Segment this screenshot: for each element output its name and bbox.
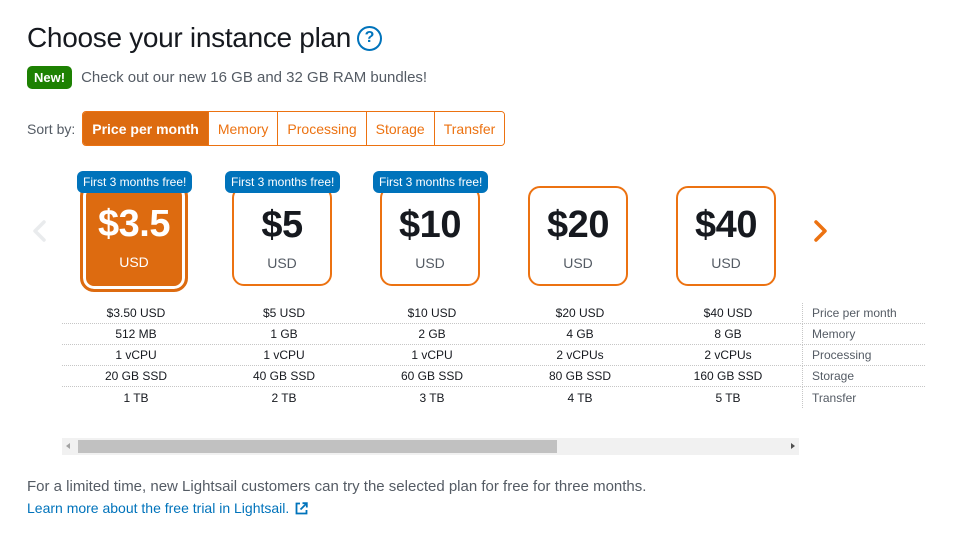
spec-cell: 5 TB: [715, 390, 741, 405]
sort-tab-group: Price per month Memory Processing Storag…: [82, 111, 506, 146]
sort-tab-price[interactable]: Price per month: [83, 112, 208, 145]
spec-cell: $40 USD: [703, 306, 753, 320]
promo-row: New! Check out our new 16 GB and 32 GB R…: [27, 66, 427, 89]
plan-price: $5: [261, 204, 303, 246]
spec-row-storage: 20 GB SSD 40 GB SSD 60 GB SSD 80 GB SSD …: [62, 365, 925, 387]
spec-cell: 3 TB: [419, 390, 445, 405]
chevron-left-icon: [33, 220, 46, 242]
spec-cell: 2 vCPUs: [556, 348, 604, 362]
spec-cell: 1 vCPU: [263, 348, 305, 362]
spec-table: $3.50 USD $5 USD $10 USD $20 USD $40 USD…: [62, 302, 925, 408]
carousel-next-button[interactable]: [810, 216, 830, 246]
free-trial-notice: For a limited time, new Lightsail custom…: [27, 478, 647, 495]
plan-price: $20: [547, 204, 609, 246]
spec-cell: 2 TB: [271, 390, 297, 405]
spec-cell: 1 vCPU: [411, 348, 453, 362]
spec-label: Storage: [802, 365, 925, 387]
chevron-right-icon: [814, 220, 827, 242]
scroll-right-arrow-icon[interactable]: [791, 443, 795, 449]
title-row: Choose your instance plan ?: [27, 22, 383, 54]
plan-card-1[interactable]: $3.5 USD First 3 months free!: [77, 168, 193, 293]
plan-carousel: $3.5 USD First 3 months free! $5 USD Fir…: [0, 168, 960, 293]
plan-price: $3.5: [98, 203, 170, 245]
horizontal-scrollbar[interactable]: [62, 438, 799, 455]
sort-tab-processing[interactable]: Processing: [277, 112, 366, 145]
free-trial-badge: First 3 months free!: [77, 171, 193, 193]
plan-card-body: $5 USD: [232, 186, 332, 286]
spec-row-processing: 1 vCPU 1 vCPU 1 vCPU 2 vCPUs 2 vCPUs Pro…: [62, 344, 925, 366]
spec-label: Processing: [802, 344, 925, 366]
sort-tab-storage[interactable]: Storage: [365, 112, 434, 145]
plan-card-body: $40 USD: [676, 186, 776, 286]
plan-price: $40: [695, 204, 757, 246]
spec-row-price: $3.50 USD $5 USD $10 USD $20 USD $40 USD…: [62, 302, 925, 324]
help-icon[interactable]: ?: [357, 25, 383, 51]
plan-currency: USD: [415, 255, 445, 271]
plan-card-body: $3.5 USD: [80, 182, 188, 292]
spec-cell: $3.50 USD: [106, 306, 166, 320]
sort-label: Sort by:: [27, 120, 76, 137]
plan-card-body: $20 USD: [528, 186, 628, 286]
plan-card-2[interactable]: $5 USD First 3 months free!: [225, 168, 341, 293]
spec-cell: 2 GB: [418, 327, 446, 341]
carousel-prev-button[interactable]: [30, 216, 50, 246]
spec-cell: 512 MB: [115, 327, 157, 341]
free-trial-link[interactable]: Learn more about the free trial in Light…: [27, 500, 308, 516]
free-trial-badge: First 3 months free!: [225, 171, 341, 193]
external-link-icon: [295, 501, 308, 514]
sort-tab-memory[interactable]: Memory: [207, 112, 278, 145]
spec-cell: $10 USD: [407, 306, 457, 320]
spec-label: Price per month: [802, 302, 925, 324]
free-trial-link-text[interactable]: Learn more about the free trial in Light…: [27, 500, 289, 516]
free-trial-badge: First 3 months free!: [373, 171, 489, 193]
spec-label: Memory: [802, 323, 925, 345]
page-title: Choose your instance plan: [27, 22, 352, 53]
spec-cell: 80 GB SSD: [548, 369, 612, 383]
spec-cell: 40 GB SSD: [252, 369, 316, 383]
plan-currency: USD: [711, 255, 741, 271]
plan-currency: USD: [119, 254, 149, 270]
new-badge: New!: [27, 66, 73, 89]
spec-cell: 8 GB: [714, 327, 742, 341]
spec-label: Transfer: [802, 387, 925, 408]
plan-currency: USD: [267, 255, 297, 271]
spec-cell: 4 TB: [567, 390, 593, 405]
spec-cell: 2 vCPUs: [704, 348, 752, 362]
sort-tab-transfer[interactable]: Transfer: [433, 112, 505, 145]
spec-cell: $20 USD: [555, 306, 605, 320]
spec-cell: 4 GB: [566, 327, 594, 341]
spec-cell: $5 USD: [262, 306, 306, 320]
spec-cell: 1 GB: [270, 327, 298, 341]
plan-card-5[interactable]: $40 USD: [671, 168, 781, 293]
spec-cell: 1 TB: [123, 390, 149, 405]
plan-card-body: $10 USD: [380, 186, 480, 286]
scroll-thumb[interactable]: [78, 440, 557, 453]
plan-card-3[interactable]: $10 USD First 3 months free!: [373, 168, 489, 293]
spec-cell: 160 GB SSD: [693, 369, 763, 383]
scroll-left-arrow-icon[interactable]: [66, 443, 70, 449]
plan-card-4[interactable]: $20 USD: [523, 168, 633, 293]
spec-row-memory: 512 MB 1 GB 2 GB 4 GB 8 GB Memory: [62, 323, 925, 345]
spec-cell: 20 GB SSD: [104, 369, 168, 383]
spec-row-transfer: 1 TB 2 TB 3 TB 4 TB 5 TB Transfer: [62, 387, 925, 408]
sort-row: Sort by: Price per month Memory Processi…: [27, 111, 506, 146]
plan-currency: USD: [563, 255, 593, 271]
spec-cell: 60 GB SSD: [400, 369, 464, 383]
plan-price: $10: [399, 204, 461, 246]
spec-cell: 1 vCPU: [115, 348, 157, 362]
promo-text: Check out our new 16 GB and 32 GB RAM bu…: [81, 69, 428, 86]
